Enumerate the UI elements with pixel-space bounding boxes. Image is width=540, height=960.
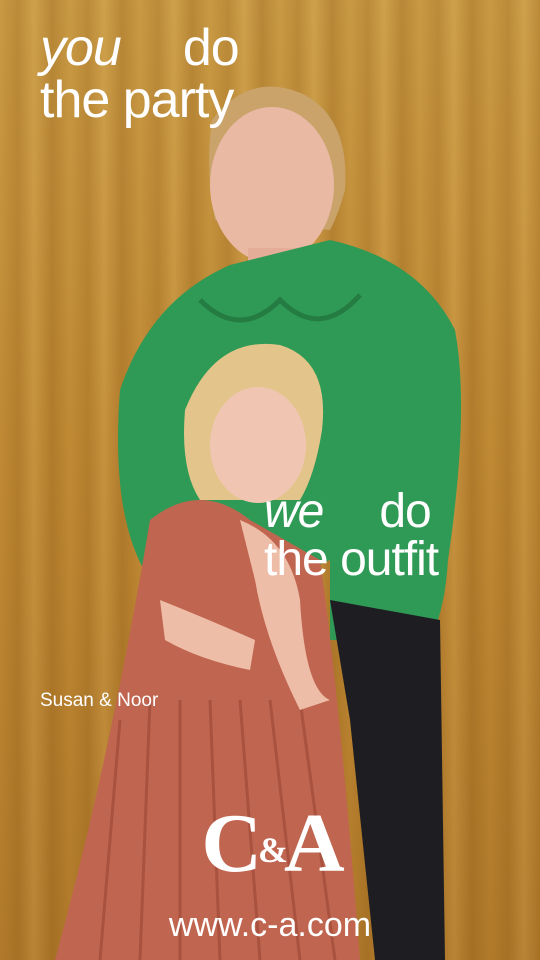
brand-logo[interactable]: C & A [198,796,348,886]
headline-bottom-rest: do [379,485,431,538]
mother-face [210,107,334,263]
headline-bottom-line2: the outfit [264,533,439,586]
headline-top-line2: the party [40,71,234,129]
model-caption: Susan & Noor [40,690,159,711]
headline-you-do-the-party: you do the party [40,19,240,129]
headline-we-do-the-outfit: we do the outfit [264,488,439,586]
headline-bottom-em: we [264,485,324,538]
headline-bottom-line1: we do [264,488,438,536]
website-link[interactable]: www.c-a.com [0,906,540,945]
headline-top-rest: do [182,19,240,77]
headline-top-em: you [40,19,122,77]
logo-a: A [284,797,345,890]
ad-canvas: you do the party we do the outfit Susan & … [0,0,540,960]
headline-top-line1: you do [40,19,240,77]
logo-c: C [201,797,262,890]
